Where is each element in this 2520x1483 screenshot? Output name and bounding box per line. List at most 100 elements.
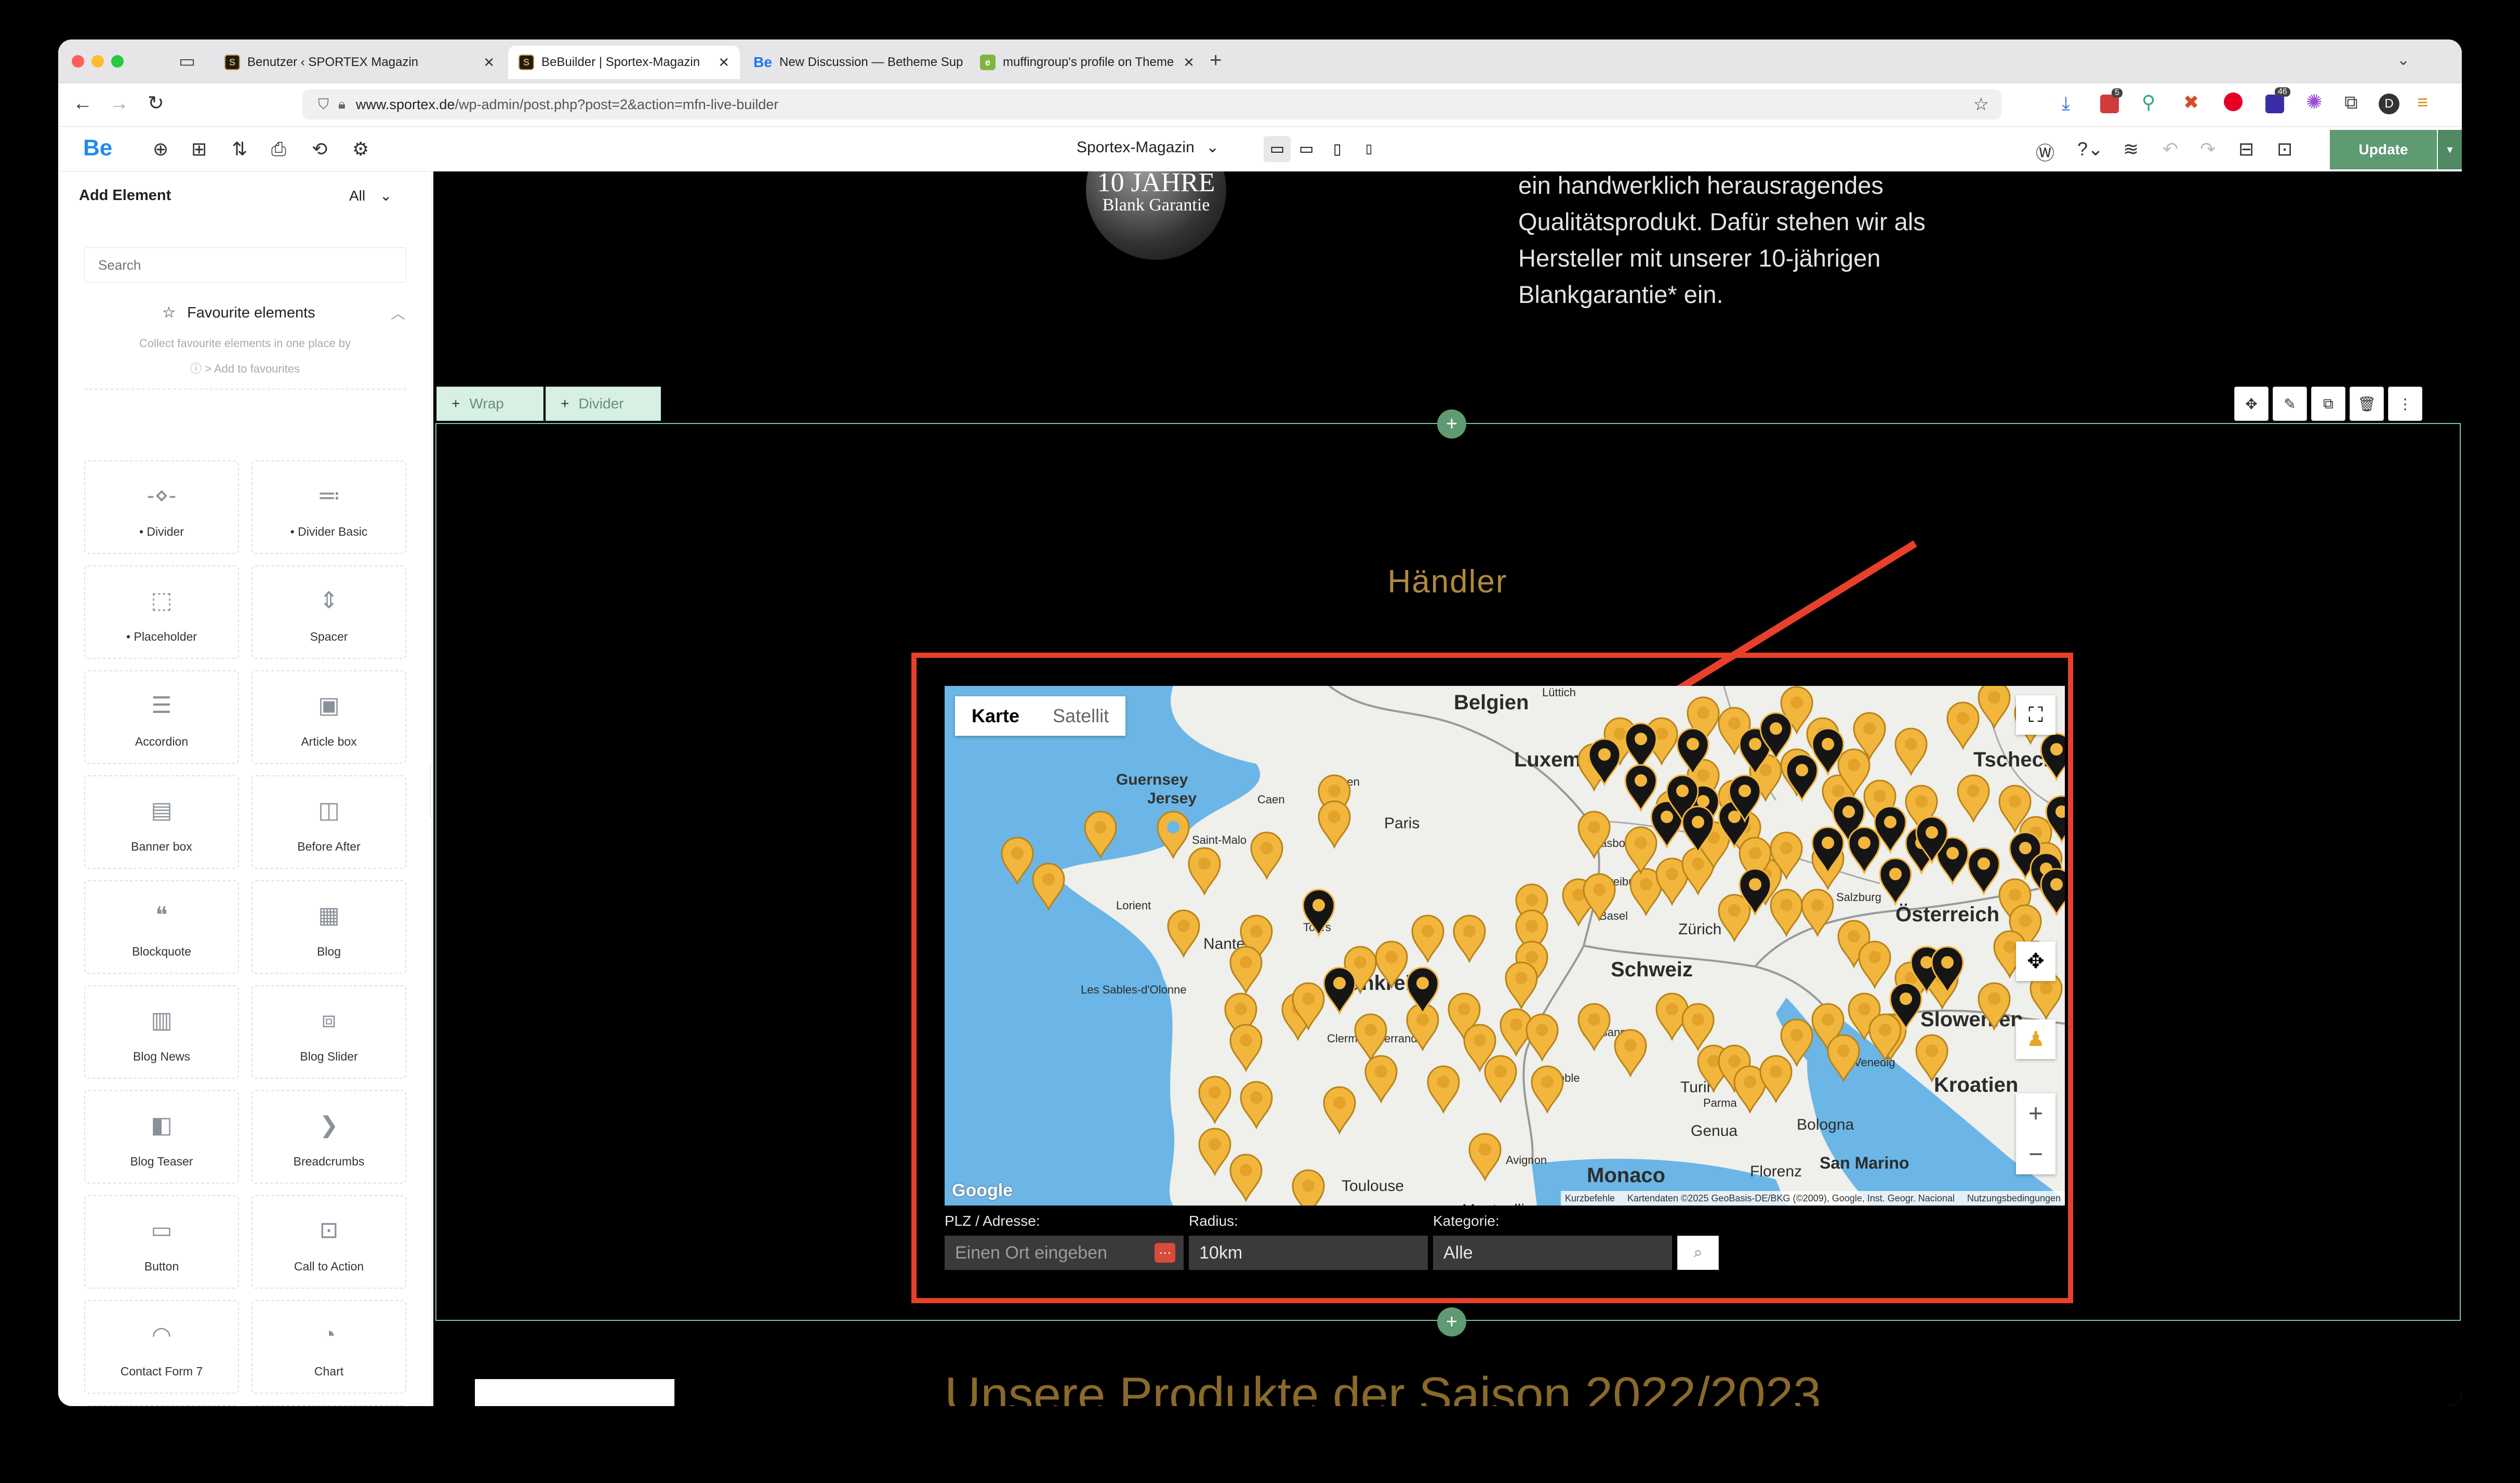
add-element-icon[interactable]: ⊕ [153,138,168,160]
element-card-contact-form-7[interactable]: ◠ Contact Form 7 [84,1300,239,1394]
redo-icon[interactable]: ↷ [2200,138,2216,160]
tab-muffingroup[interactable]: e muffingroup's profile on Theme ✕ [970,46,1198,79]
wordpress-icon[interactable]: Ⓦ [2036,138,2054,165]
element-card-chart[interactable]: ◔ Chart [251,1300,406,1394]
map-pin-icon[interactable] [1484,1055,1517,1104]
element-card-divider[interactable]: -⋄- • Divider [84,460,239,554]
map-pin-icon[interactable] [1188,847,1221,896]
tab-new-discussion[interactable]: Be New Discussion — Betheme Sup ✕ [743,46,966,79]
element-card-breadcrumbs[interactable]: ❯ Breadcrumbs [251,1090,406,1184]
element-card-article-box[interactable]: ▣ Article box [251,670,406,764]
sort-arrows-icon[interactable]: ⇅ [232,138,247,160]
preview-icon[interactable]: ⊡ [2277,138,2292,160]
map-pin-icon[interactable] [1001,837,1034,885]
map-pin-icon[interactable] [2040,868,2065,917]
map-pin-icon[interactable] [2040,733,2065,782]
map-pin-icon[interactable] [1411,915,1444,963]
templates-icon[interactable]: ⎙ [271,138,286,161]
undo-icon[interactable]: ↶ [2163,138,2178,160]
map-pin-icon[interactable] [1526,1013,1559,1062]
menu-icon[interactable]: ≡ [2417,91,2428,113]
map-pin-icon[interactable] [1978,982,2011,1031]
element-card-accordion[interactable]: ☰ Accordion [84,670,239,764]
element-card-blockquote[interactable]: ❝ Blockquote [84,880,239,974]
map-pin-icon[interactable] [1032,863,1065,911]
map-pin-icon[interactable] [1759,1055,1793,1104]
archive-icon[interactable]: ⊟ [2238,138,2254,160]
url-bar[interactable]: ⛉ 🔒︎ www.sportex.de /wp-admin/post.php?p… [302,89,2001,120]
element-card-before-after[interactable]: ◫ Before After [251,775,406,869]
element-card-button[interactable]: ▭ Button [84,1195,239,1289]
category-select[interactable]: Alle [1433,1236,1672,1270]
element-card-person[interactable]: ♙ [84,1405,239,1406]
map-pin-icon[interactable] [1229,1154,1263,1202]
forward-icon[interactable]: → [109,92,129,115]
element-card-blog[interactable]: ▦ Blog [251,880,406,974]
laptop-view-icon[interactable]: ▭ [1299,136,1314,162]
map-pin-icon[interactable] [1354,1013,1387,1062]
tab-benutzer[interactable]: S Benutzer ‹ SPORTEX Magazin ✕ [214,46,505,79]
tab-list-chevron-icon[interactable]: ⌄ [2397,51,2410,69]
element-card-blog-teaser[interactable]: ◧ Blog Teaser [84,1090,239,1184]
map-pin-icon[interactable] [1780,1018,1813,1067]
map-pin-icon[interactable] [1577,811,1611,859]
map-pin-icon[interactable] [1323,1086,1356,1135]
map-pin-icon[interactable] [1583,873,1616,922]
street-view-pegman-icon[interactable]: ♟ [2016,1019,2055,1059]
map-pin-icon[interactable] [1198,1076,1231,1124]
map-pin-icon[interactable] [1240,1081,1273,1130]
plz-address-input[interactable]: Einen Ort eingeben ⋯ [945,1236,1184,1270]
map-pin-icon[interactable] [1868,1013,1902,1062]
map-pin-icon[interactable] [1624,722,1657,771]
map-pin-icon[interactable] [1614,1029,1647,1078]
map-pin-icon[interactable] [1406,966,1439,1015]
close-tab-icon[interactable]: ✕ [963,55,966,71]
close-window-button[interactable] [72,55,84,68]
tab-overview-icon[interactable]: ▭ [179,51,195,72]
bookmark-star-icon[interactable]: ☆ [1973,94,1989,115]
minimize-window-button[interactable] [91,55,104,68]
search-icon[interactable]: ⌕ [1677,1236,1719,1270]
history-icon[interactable]: ⟲ [312,138,327,160]
map-pin-icon[interactable] [1978,686,2011,730]
close-tab-icon[interactable]: ✕ [474,55,495,71]
desktop-view-icon[interactable]: ▭ [1264,136,1291,162]
map-pin-icon[interactable] [1427,1065,1460,1114]
tab-bebuilder[interactable]: S BeBuilder | Sportex-Magazin ✕ [508,46,740,79]
new-tab-icon[interactable]: + [1210,49,1222,72]
layout-grid-icon[interactable]: ⊞ [191,138,207,160]
mobile-view-icon[interactable]: ▯ [1365,136,1372,162]
element-card-divider-basic[interactable]: ≕ • Divider Basic [251,460,406,554]
map-pin-icon[interactable] [1946,701,1980,750]
extensions-puzzle-icon[interactable]: ⧉ [2344,91,2358,114]
map-pin-icon[interactable] [1453,915,1486,963]
map-pin-icon[interactable] [1292,1169,1325,1206]
terms-link[interactable]: Nutzungsbedingungen [1967,1193,2061,1204]
map-pin-icon[interactable] [1624,764,1657,813]
fullscreen-icon[interactable]: ⛶ [2016,695,2055,735]
extension-gear-icon[interactable]: ✺ [2306,90,2323,114]
map-pin-icon[interactable] [1624,826,1657,875]
map-pin-icon[interactable] [1894,727,1928,776]
be-logo[interactable]: Be [83,135,112,161]
map-pin-icon[interactable] [1250,831,1283,880]
map-type-karte-button[interactable]: Karte [955,696,1036,736]
map-pin-icon[interactable] [1681,1003,1715,1052]
element-card-spacer[interactable]: ⇕ Spacer [251,565,406,659]
download-icon[interactable]: ⤓ [2062,92,2070,115]
tablet-view-icon[interactable]: ▯ [1333,136,1341,162]
map-pin-icon[interactable] [1375,941,1408,989]
update-options-chevron-icon[interactable]: ▾ [2438,130,2462,169]
map-type-satellit-button[interactable]: Satellit [1036,696,1125,736]
map-pin-icon[interactable] [1229,1024,1263,1072]
element-card-banner-box[interactable]: ▤ Banner box [84,775,239,869]
map-pin-icon[interactable] [1915,1034,1948,1083]
map-camera-control-icon[interactable]: ✥ [2016,942,2055,981]
map-pin-icon[interactable] [1770,889,1803,937]
extension-cross-icon[interactable]: ✖ [2183,91,2199,113]
map-pin-icon[interactable] [1967,847,2000,896]
element-card-placeholder[interactable]: ⬚ • Placeholder [84,565,239,659]
map-pin-icon[interactable] [1323,966,1356,1015]
layers-icon[interactable]: ≋ [2123,138,2139,160]
favourites-header[interactable]: ☆ Favourite elements [162,303,315,322]
